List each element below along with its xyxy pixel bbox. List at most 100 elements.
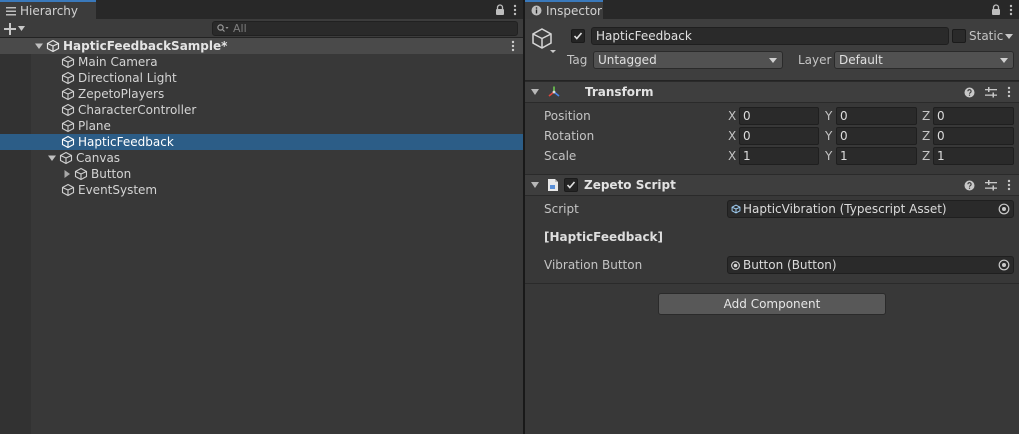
script-file-icon (547, 178, 559, 192)
hierarchy-item-character-controller[interactable]: CharacterController (0, 102, 523, 118)
checkmark-icon (573, 32, 583, 40)
gameobject-cube-icon (61, 183, 75, 197)
static-dropdown-icon[interactable] (1005, 34, 1013, 39)
foldout-arrow-icon[interactable] (531, 182, 539, 188)
collapse-arrow-icon[interactable] (62, 169, 72, 179)
rotation-y-field[interactable]: 0 (836, 127, 917, 145)
hierarchy-item-haptic-feedback[interactable]: HapticFeedback (0, 134, 523, 150)
lock-icon[interactable] (495, 3, 505, 16)
hierarchy-item-event-system[interactable]: EventSystem (0, 182, 523, 198)
axis-z-label: Z (922, 109, 931, 123)
static-checkbox[interactable] (952, 29, 966, 43)
hierarchy-item-label: Button (91, 167, 132, 181)
chevron-down-icon (769, 58, 777, 63)
scale-y-field[interactable]: 1 (836, 147, 917, 165)
hierarchy-item-label: Plane (78, 119, 111, 133)
script-object-field[interactable]: HapticVibration (Typescript Asset) (727, 200, 1014, 218)
inspector-tab-tools (991, 2, 1013, 17)
tag-label: Tag (567, 53, 588, 67)
inspector-panel: Inspector HapticFeedback Static Tag Unta… (525, 0, 1019, 434)
transform-header[interactable]: Transform (525, 81, 1019, 103)
axis-x-label: X (728, 149, 737, 163)
kebab-menu-icon[interactable] (1009, 4, 1013, 16)
scene-name: HapticFeedbackSample* (63, 39, 228, 53)
lock-icon[interactable] (991, 3, 1001, 16)
checkmark-icon (566, 181, 576, 189)
expand-arrow-icon[interactable] (34, 41, 44, 51)
scale-z-field[interactable]: 1 (933, 147, 1014, 165)
hierarchy-item-label: Directional Light (78, 71, 177, 85)
plus-icon (4, 22, 16, 35)
hierarchy-item-plane[interactable]: Plane (0, 118, 523, 134)
hierarchy-item-label: Main Camera (78, 55, 158, 69)
tab-inspector-label: Inspector (546, 3, 602, 18)
help-icon[interactable] (964, 180, 975, 191)
gameobject-cube-icon (74, 167, 88, 181)
hierarchy-toolbar (0, 19, 523, 38)
chevron-down-icon (1000, 58, 1008, 63)
position-x-field[interactable]: 0 (739, 107, 819, 125)
presets-icon[interactable] (985, 179, 997, 191)
hierarchy-item-directional-light[interactable]: Directional Light (0, 70, 523, 86)
scale-x-field[interactable]: 1 (739, 147, 819, 165)
hierarchy-item-main-camera[interactable]: Main Camera (0, 54, 523, 70)
object-name-field[interactable]: HapticFeedback (591, 27, 949, 45)
zepeto-script-title: Zepeto Script (584, 178, 676, 192)
layer-dropdown[interactable]: Default (834, 51, 1014, 69)
axis-y-label: Y (825, 149, 833, 163)
create-button[interactable] (4, 20, 32, 37)
section-header: [HapticFeedback] (544, 230, 664, 244)
object-picker-icon[interactable] (998, 259, 1010, 271)
script-enabled-checkbox[interactable] (564, 178, 578, 192)
active-checkbox[interactable] (571, 29, 585, 43)
add-component-button[interactable]: Add Component (658, 293, 886, 315)
position-y-field[interactable]: 0 (836, 107, 917, 125)
search-icon (217, 24, 229, 33)
tab-inspector[interactable]: Inspector (525, 0, 603, 19)
typescript-asset-icon (731, 204, 741, 214)
gameobject-cube-icon (59, 151, 73, 165)
transform-icon (547, 85, 561, 99)
tag-dropdown[interactable]: Untagged (593, 51, 783, 69)
rotation-x-field[interactable]: 0 (739, 127, 819, 145)
list-icon (6, 6, 16, 16)
script-value: HapticVibration (Typescript Asset) (743, 202, 947, 216)
component-separator (525, 283, 1019, 284)
position-z-field[interactable]: 0 (933, 107, 1014, 125)
kebab-menu-icon[interactable] (1007, 179, 1011, 191)
vibration-button-field[interactable]: Button (Button) (727, 256, 1014, 274)
zepeto-script-tools (964, 179, 1011, 191)
object-header: HapticFeedback Static Tag Untagged Layer… (525, 19, 1019, 81)
scene-row[interactable]: HapticFeedbackSample* (0, 38, 523, 54)
axis-y-label: Y (825, 109, 833, 123)
kebab-menu-icon[interactable] (513, 4, 517, 16)
static-label: Static (969, 29, 1004, 43)
axis-y-label: Y (825, 129, 833, 143)
kebab-menu-icon[interactable] (1007, 86, 1011, 98)
hierarchy-item-button[interactable]: Button (0, 166, 523, 182)
vibration-button-value: Button (Button) (743, 258, 837, 272)
expand-arrow-icon[interactable] (47, 153, 57, 163)
layer-value: Default (839, 53, 883, 67)
scene-menu-icon[interactable] (511, 40, 515, 52)
presets-icon[interactable] (985, 86, 997, 98)
gameobject-icon-picker[interactable] (531, 27, 557, 55)
info-icon (531, 5, 542, 16)
layer-label: Layer (798, 53, 832, 67)
search-input[interactable] (233, 22, 517, 35)
zepeto-script-header[interactable]: Zepeto Script (525, 174, 1019, 196)
axis-z-label: Z (922, 149, 931, 163)
hierarchy-panel: Hierarchy All HapticFeedbackSample* Main… (0, 0, 523, 434)
tab-hierarchy[interactable]: Hierarchy (0, 0, 96, 19)
help-icon[interactable] (964, 87, 975, 98)
rotation-z-field[interactable]: 0 (933, 127, 1014, 145)
hierarchy-item-label: ZepetoPlayers (78, 87, 165, 101)
hierarchy-item-label: EventSystem (78, 183, 158, 197)
axis-z-label: Z (922, 129, 931, 143)
hierarchy-item-zepeto-players[interactable]: ZepetoPlayers (0, 86, 523, 102)
foldout-arrow-icon[interactable] (531, 89, 539, 95)
gameobject-cube-icon (61, 135, 75, 149)
object-picker-icon[interactable] (998, 203, 1010, 215)
rotation-label: Rotation (544, 129, 595, 143)
hierarchy-item-canvas[interactable]: Canvas (0, 150, 523, 166)
